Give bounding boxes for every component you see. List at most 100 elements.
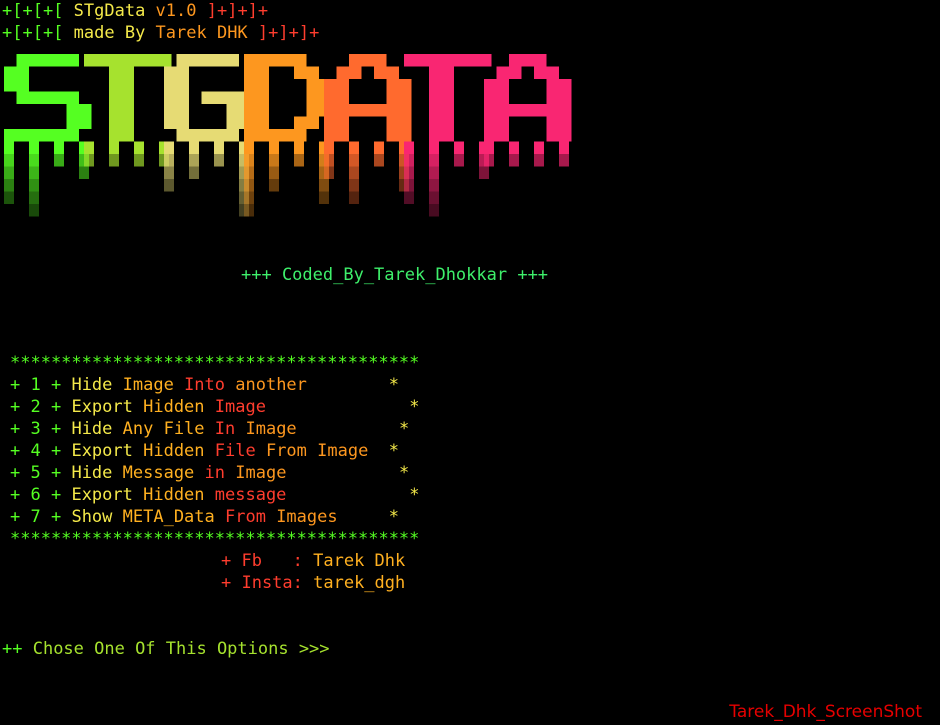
logo-drip bbox=[429, 191, 439, 204]
menu-item[interactable]: + 2 + Export Hidden Image * bbox=[10, 396, 420, 418]
menu-item-end: * bbox=[388, 441, 400, 461]
coded-by-line: +++ Coded_By_Tarek_Dhokkar +++ bbox=[241, 265, 549, 285]
logo-pixel bbox=[454, 54, 467, 67]
logo-pixel bbox=[399, 116, 412, 129]
menu-item[interactable]: + 7 + Show META_Data From Images * bbox=[10, 506, 399, 528]
logo-pixel bbox=[324, 104, 337, 117]
logo-drip bbox=[454, 141, 464, 154]
menu-item-pad bbox=[286, 485, 409, 505]
logo-pixel bbox=[244, 66, 257, 79]
logo-pixel bbox=[121, 79, 134, 92]
menu-item-word-c: in bbox=[194, 463, 226, 483]
input-prompt[interactable]: ++ Chose One Of This Options >>> bbox=[2, 638, 330, 660]
logo-pixel bbox=[336, 79, 349, 92]
logo-pixel bbox=[294, 116, 307, 129]
logo-drip bbox=[164, 166, 174, 179]
menu-item-word-b: Hidden bbox=[132, 485, 205, 505]
menu-item-end: * bbox=[388, 375, 400, 395]
logo-pixel bbox=[109, 79, 122, 92]
logo-pixel bbox=[509, 66, 522, 79]
logo-pixel bbox=[496, 79, 509, 92]
insta-value: tarek_dgh bbox=[302, 573, 406, 593]
logo-pixel bbox=[226, 91, 239, 104]
menu-item-end: * bbox=[409, 485, 420, 505]
menu-item-word-d: Image bbox=[225, 463, 287, 483]
menu-item-word-a: Export bbox=[71, 441, 133, 461]
logo-pixel bbox=[386, 104, 399, 117]
menu-item-word-b: Any File bbox=[112, 419, 205, 439]
menu-item[interactable]: + 4 + Export Hidden File From Image * bbox=[10, 440, 399, 462]
insta-label: + Insta: bbox=[221, 573, 303, 593]
logo-pixel bbox=[41, 129, 54, 142]
header-suffix: ]+]+]+ bbox=[247, 23, 320, 43]
terminal-window: { "header": { "line1": { "prefix": "+[+[… bbox=[0, 0, 940, 725]
logo-drip bbox=[349, 154, 359, 167]
logo-pixel bbox=[546, 79, 559, 92]
logo-pixel bbox=[336, 129, 349, 142]
logo-pixel bbox=[109, 54, 122, 67]
logo-pixel bbox=[201, 129, 214, 142]
logo-pixel bbox=[269, 54, 282, 67]
logo-drip bbox=[54, 141, 64, 154]
logo-pixel bbox=[4, 66, 17, 79]
logo-pixel bbox=[349, 66, 362, 79]
logo-drip bbox=[319, 179, 329, 192]
logo-pixel bbox=[256, 54, 269, 67]
logo-drip bbox=[349, 191, 359, 204]
menu-item-number: 5 bbox=[30, 463, 41, 483]
header-line-2: +[+[+[ made By Tarek DHK ]+]+]+ bbox=[2, 22, 319, 44]
logo-pixel bbox=[226, 54, 239, 67]
menu-item-sep: + bbox=[40, 485, 72, 505]
menu-item-word-a: Hide bbox=[71, 419, 113, 439]
logo-pixel bbox=[146, 54, 159, 67]
logo-drip bbox=[484, 154, 494, 167]
logo-pixel bbox=[559, 129, 572, 142]
logo-drip bbox=[324, 154, 334, 167]
logo-drip bbox=[429, 141, 439, 154]
author-name: Tarek DHK bbox=[145, 23, 248, 43]
logo-drip bbox=[324, 166, 334, 179]
menu-item-end: * bbox=[409, 397, 420, 417]
logo-drip bbox=[349, 166, 359, 179]
menu-item-word-b: Hidden bbox=[132, 397, 205, 417]
logo-pixel bbox=[176, 54, 189, 67]
menu-item[interactable]: + 6 + Export Hidden message * bbox=[10, 484, 420, 506]
logo-pixel bbox=[79, 104, 92, 117]
logo-pixel bbox=[546, 116, 559, 129]
logo-pixel bbox=[109, 104, 122, 117]
logo-pixel bbox=[109, 91, 122, 104]
logo-pixel bbox=[121, 104, 134, 117]
logo-drip bbox=[559, 154, 569, 167]
logo-pixel bbox=[189, 129, 202, 142]
logo-drip bbox=[189, 141, 199, 154]
logo-pixel bbox=[496, 66, 509, 79]
logo-pixel bbox=[121, 129, 134, 142]
menu-item-word-a: Hide bbox=[71, 463, 113, 483]
logo-pixel bbox=[509, 54, 522, 67]
logo-pixel bbox=[441, 116, 454, 129]
menu-item-prefix-plus: + bbox=[10, 507, 31, 527]
logo-pixel bbox=[306, 91, 319, 104]
logo-drip bbox=[404, 141, 414, 154]
logo-pixel bbox=[201, 91, 214, 104]
logo-drip bbox=[534, 154, 544, 167]
logo-drip bbox=[244, 166, 254, 179]
menu-item[interactable]: + 1 + Hide Image Into another * bbox=[10, 374, 399, 396]
logo-pixel bbox=[226, 129, 239, 142]
logo-pixel bbox=[374, 66, 387, 79]
logo-drip bbox=[534, 141, 544, 154]
menu-item[interactable]: + 3 + Hide Any File In Image * bbox=[10, 418, 409, 440]
logo-drip bbox=[244, 154, 254, 167]
logo-drip bbox=[349, 141, 359, 154]
fb-value: Tarek Dhk bbox=[302, 551, 406, 571]
menu-item-prefix-plus: + bbox=[10, 419, 31, 439]
logo-drip bbox=[429, 154, 439, 167]
menu-item-word-c: Image bbox=[204, 397, 266, 417]
menu-item[interactable]: + 5 + Hide Message in Image * bbox=[10, 462, 409, 484]
logo-drip bbox=[214, 141, 224, 154]
menu-item-pad bbox=[338, 507, 389, 527]
fb-label: + Fb : bbox=[221, 551, 303, 571]
logo-drip bbox=[214, 154, 224, 167]
logo-pixel bbox=[306, 104, 319, 117]
logo-pixel bbox=[349, 54, 362, 67]
